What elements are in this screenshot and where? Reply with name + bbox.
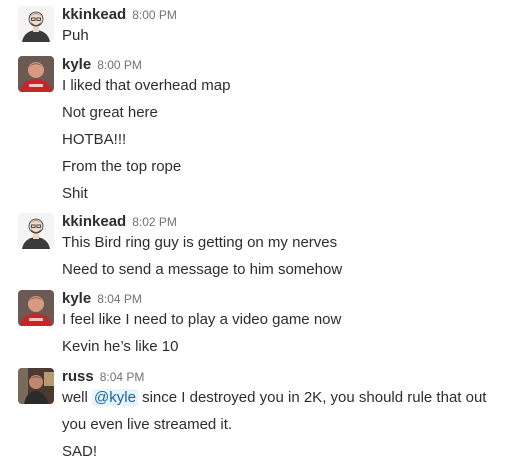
message-text: I liked that overhead map <box>62 77 231 94</box>
message-text-segment: well <box>62 389 93 406</box>
author-name[interactable]: kkinkead <box>62 213 126 230</box>
message-text: you even live streamed it. <box>62 416 233 433</box>
timestamp[interactable]: 8:02 PM <box>132 215 177 229</box>
message-header: kyle 8:00 PM <box>62 56 142 74</box>
timestamp[interactable]: 8:00 PM <box>132 8 177 22</box>
timestamp[interactable]: 8:00 PM <box>97 58 142 72</box>
message-text: Not great here <box>62 104 158 121</box>
message-text: Puh <box>62 27 89 44</box>
avatar[interactable] <box>18 290 54 326</box>
message-text: SAD! <box>62 443 98 460</box>
user-mention[interactable]: @kyle <box>92 389 138 406</box>
avatar[interactable] <box>18 6 54 42</box>
russ-avatar-icon <box>18 368 54 404</box>
message-text: This Bird ring guy is getting on my nerv… <box>62 234 338 251</box>
timestamp[interactable]: 8:04 PM <box>97 292 142 306</box>
message-header: kkinkead 8:02 PM <box>62 213 177 231</box>
message-header: kkinkead 8:00 PM <box>62 6 177 24</box>
message-text: HOTBA!!! <box>62 131 127 148</box>
author-name[interactable]: kkinkead <box>62 6 126 23</box>
message-text: well @kyle since I destroyed you in 2K, … <box>62 389 486 406</box>
avatar[interactable] <box>18 56 54 92</box>
author-name[interactable]: kyle <box>62 290 91 307</box>
author-name[interactable]: kyle <box>62 56 91 73</box>
message-header: russ 8:04 PM <box>62 368 144 386</box>
timestamp[interactable]: 8:04 PM <box>100 370 145 384</box>
author-name[interactable]: russ <box>62 368 94 385</box>
avatar[interactable] <box>18 368 54 404</box>
message-text: From the top rope <box>62 158 182 175</box>
message-text: I feel like I need to play a video game … <box>62 311 342 328</box>
message-text: Kevin he’s like 10 <box>62 338 179 355</box>
kkinkead-avatar-icon <box>18 6 54 42</box>
message-text: Shit <box>62 185 88 202</box>
message-text-segment: since I destroyed you in 2K, you should … <box>137 389 487 406</box>
kyle-avatar-icon <box>18 290 54 326</box>
message-header: kyle 8:04 PM <box>62 290 142 308</box>
avatar[interactable] <box>18 213 54 249</box>
message-text: Need to send a message to him somehow <box>62 261 343 278</box>
kyle-avatar-icon <box>18 56 54 92</box>
kkinkead-avatar-icon <box>18 213 54 249</box>
